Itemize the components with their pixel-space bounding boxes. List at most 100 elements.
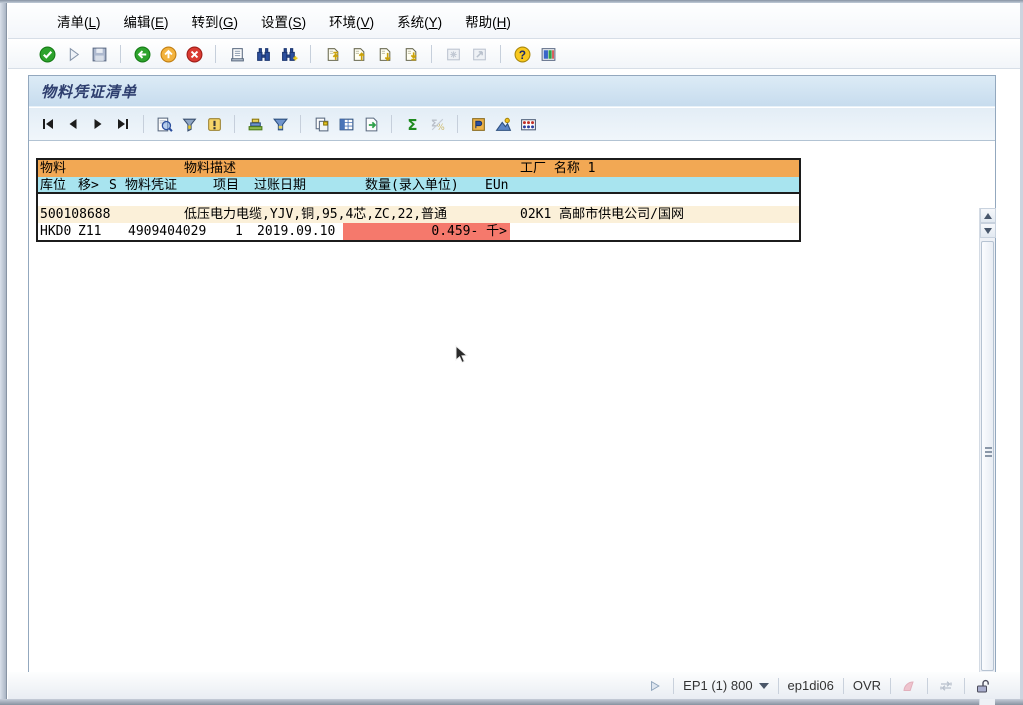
back-icon[interactable]	[133, 45, 151, 63]
scroll-up-icon[interactable]	[980, 208, 996, 223]
menu-bar: 清单(L) 编辑(E) 转到(G) 设置(S) 环境(V) 系统(Y) 帮助(H…	[8, 3, 1020, 39]
scrollbar-thumb[interactable]	[981, 241, 994, 671]
cell-posting-date[interactable]: 2019.09.10	[257, 223, 335, 240]
cancel-icon[interactable]	[185, 45, 203, 63]
important-icon[interactable]	[205, 115, 223, 133]
subtotal-icon[interactable]: Σ%	[428, 115, 446, 133]
system-session-label: EP1 (1) 800	[683, 678, 752, 693]
scrollbar-grip	[985, 447, 992, 457]
svg-text:?: ?	[518, 48, 525, 61]
col-header-posting-date: 过账日期	[254, 177, 306, 194]
table-row-material[interactable]: 500108688 低压电力电缆,YJV,铜,95,4芯,ZC,22,普通 02…	[38, 206, 799, 223]
col-header-plant-name: 工厂 名称 1	[520, 160, 595, 177]
col-header-material-desc: 物料描述	[184, 160, 236, 177]
status-separator	[673, 678, 674, 694]
last-page-icon[interactable]	[401, 45, 419, 63]
toolbar-separator	[391, 115, 392, 133]
toolbar-separator	[234, 115, 235, 133]
dropdown-caret-icon[interactable]	[759, 683, 769, 689]
status-separator	[778, 678, 779, 694]
toolbar-separator	[120, 45, 121, 63]
next-record-icon[interactable]	[89, 115, 107, 133]
data-transfer-icon	[937, 677, 955, 695]
col-header-s: S	[109, 177, 117, 194]
cell-item[interactable]: 1	[235, 223, 243, 240]
status-separator	[964, 678, 965, 694]
previous-record-icon[interactable]	[64, 115, 82, 133]
play-icon[interactable]	[646, 677, 664, 695]
lock-open-icon[interactable]	[974, 677, 992, 695]
print-icon[interactable]	[228, 45, 246, 63]
window-left-edge	[0, 3, 7, 699]
last-record-icon[interactable]	[114, 115, 132, 133]
save-icon[interactable]	[90, 45, 108, 63]
first-record-icon[interactable]	[39, 115, 57, 133]
new-session-icon[interactable]	[444, 45, 462, 63]
table-row-document[interactable]: HKD0 Z11 4909404029 1 2019.09.10 0.459- …	[38, 223, 799, 240]
execute-icon[interactable]	[64, 45, 82, 63]
cell-material-desc[interactable]: 低压电力电缆,YJV,铜,95,4芯,ZC,22,普通	[184, 206, 447, 223]
copy-icon[interactable]	[312, 115, 330, 133]
graphic-icon[interactable]	[494, 115, 512, 133]
col-header-unit: EUn	[485, 177, 508, 194]
cell-quantity-negative[interactable]: 0.459- 千>	[343, 223, 510, 240]
customize-layout-icon[interactable]	[539, 45, 557, 63]
toolbar-separator	[457, 115, 458, 133]
scroll-down-icon[interactable]	[980, 223, 996, 238]
status-bar: EP1 (1) 800 ep1di06 OVR	[8, 672, 1020, 699]
menu-goto[interactable]: 转到(G)	[187, 9, 244, 33]
page-up-icon[interactable]	[349, 45, 367, 63]
window-bottom-edge	[0, 699, 1023, 705]
table-spacer-row	[38, 194, 799, 206]
status-separator	[843, 678, 844, 694]
cell-plant[interactable]: 02K1 高邮市供电公司/国网	[520, 206, 684, 223]
toolbar-separator	[300, 115, 301, 133]
server-label: ep1di06	[788, 678, 834, 693]
title-bar: 物料凭证清单	[29, 76, 995, 107]
col-header-move-type: 移>	[78, 177, 99, 194]
status-separator	[890, 678, 891, 694]
sum-icon[interactable]: Σ	[403, 115, 421, 133]
system-session-field[interactable]: EP1 (1) 800	[683, 678, 768, 693]
vertical-scrollbar[interactable]	[979, 208, 995, 705]
page-title: 物料凭证清单	[41, 81, 137, 102]
sort-ascending-icon[interactable]	[246, 115, 264, 133]
cell-material[interactable]: 500108688	[40, 206, 110, 223]
toolbar-separator	[431, 45, 432, 63]
performance-icon	[900, 677, 918, 695]
exit-icon[interactable]	[159, 45, 177, 63]
table-header-row-document: 库位 移> S 物料凭证 项目 过账日期 数量(录入单位) EUn	[38, 177, 799, 194]
variant-icon[interactable]	[469, 115, 487, 133]
page-down-icon[interactable]	[375, 45, 393, 63]
export-icon[interactable]	[362, 115, 380, 133]
col-header-quantity: 数量(录入单位)	[365, 177, 459, 194]
content-panel: 物料凭证清单 Σ Σ%	[28, 75, 996, 672]
toolbar-separator	[310, 45, 311, 63]
menu-environment[interactable]: 环境(V)	[324, 9, 379, 33]
first-page-icon[interactable]	[323, 45, 341, 63]
create-shortcut-icon[interactable]	[470, 45, 488, 63]
abc-analysis-icon[interactable]	[519, 115, 537, 133]
cell-storage-loc[interactable]: HKD0	[40, 223, 71, 240]
filter-icon[interactable]	[180, 115, 198, 133]
cell-mat-doc[interactable]: 4909404029	[128, 223, 206, 240]
sap-window: 清单(L) 编辑(E) 转到(G) 设置(S) 环境(V) 系统(Y) 帮助(H…	[0, 0, 1023, 705]
column-layout-icon[interactable]	[337, 115, 355, 133]
cell-move-type[interactable]: Z11	[78, 223, 101, 240]
help-icon[interactable]: ?	[513, 45, 531, 63]
menu-system[interactable]: 系统(Y)	[392, 9, 447, 33]
enter-icon[interactable]	[38, 45, 56, 63]
find-icon[interactable]	[254, 45, 272, 63]
insert-mode-label[interactable]: OVR	[853, 678, 881, 693]
menu-list[interactable]: 清单(L)	[52, 9, 106, 33]
menu-help[interactable]: 帮助(H)	[460, 9, 516, 33]
standard-toolbar: ?	[8, 40, 1020, 69]
menu-edit[interactable]: 编辑(E)	[119, 9, 174, 33]
sort-descending-icon[interactable]	[271, 115, 289, 133]
find-next-icon[interactable]	[280, 45, 298, 63]
menu-settings[interactable]: 设置(S)	[256, 9, 311, 33]
toolbar-separator	[500, 45, 501, 63]
details-icon[interactable]	[155, 115, 173, 133]
material-document-table: 物料 物料描述 工厂 名称 1 库位 移> S 物料凭证 项目 过账日期 数量(…	[36, 158, 801, 242]
list-area: 物料 物料描述 工厂 名称 1 库位 移> S 物料凭证 项目 过账日期 数量(…	[29, 142, 995, 673]
